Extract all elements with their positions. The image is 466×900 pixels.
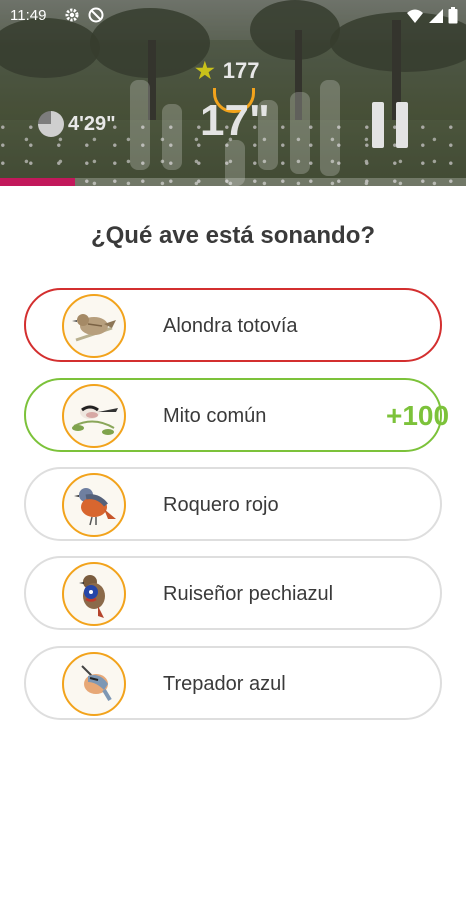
points-awarded: +100 <box>386 400 450 431</box>
elapsed-time: 4'29" <box>68 112 116 135</box>
score-display: ★ 177 <box>195 58 259 84</box>
option-label: Roquero rojo <box>163 494 279 516</box>
signal-icon <box>429 8 443 23</box>
blocked-icon <box>88 7 104 23</box>
wifi-icon <box>407 9 423 23</box>
question-text: ¿Qué ave está sonando? <box>90 222 376 249</box>
countdown: 17" <box>200 96 270 145</box>
answer-option-ruisenor-pechiazul[interactable]: Ruiseñor pechiazul <box>24 556 442 630</box>
answer-option-alondra-totovia[interactable]: Alondra totovía <box>24 288 442 362</box>
round-progress-fill <box>0 178 75 186</box>
bird-avatar-ruisenor <box>62 562 126 626</box>
bird-avatar-roquero <box>62 473 126 537</box>
option-label: Ruiseñor pechiazul <box>163 583 334 605</box>
pause-button[interactable] <box>370 102 410 148</box>
gear-icon <box>65 8 79 22</box>
bird-avatar-trepador <box>62 652 126 716</box>
option-label: Trepador azul <box>163 673 286 695</box>
round-progress <box>0 178 466 186</box>
battery-icon <box>448 7 458 24</box>
answer-option-roquero-rojo[interactable]: Roquero rojo <box>24 467 442 541</box>
answer-option-mito-comun[interactable]: Mito común <box>24 378 442 452</box>
status-time: 11:49 <box>10 7 47 24</box>
option-label: Alondra totovía <box>163 315 298 337</box>
bird-avatar-mito <box>62 384 126 448</box>
option-label: Mito común <box>163 405 267 427</box>
timer-pie-icon <box>38 111 64 137</box>
score-value: 177 <box>222 58 260 83</box>
answer-option-trepador-azul[interactable]: Trepador azul <box>24 646 442 720</box>
status-bar: 11:49 <box>0 0 466 32</box>
bird-avatar-alondra <box>62 294 126 358</box>
star-icon: ★ <box>195 58 215 83</box>
elapsed-timer: 4'29" <box>38 111 116 137</box>
